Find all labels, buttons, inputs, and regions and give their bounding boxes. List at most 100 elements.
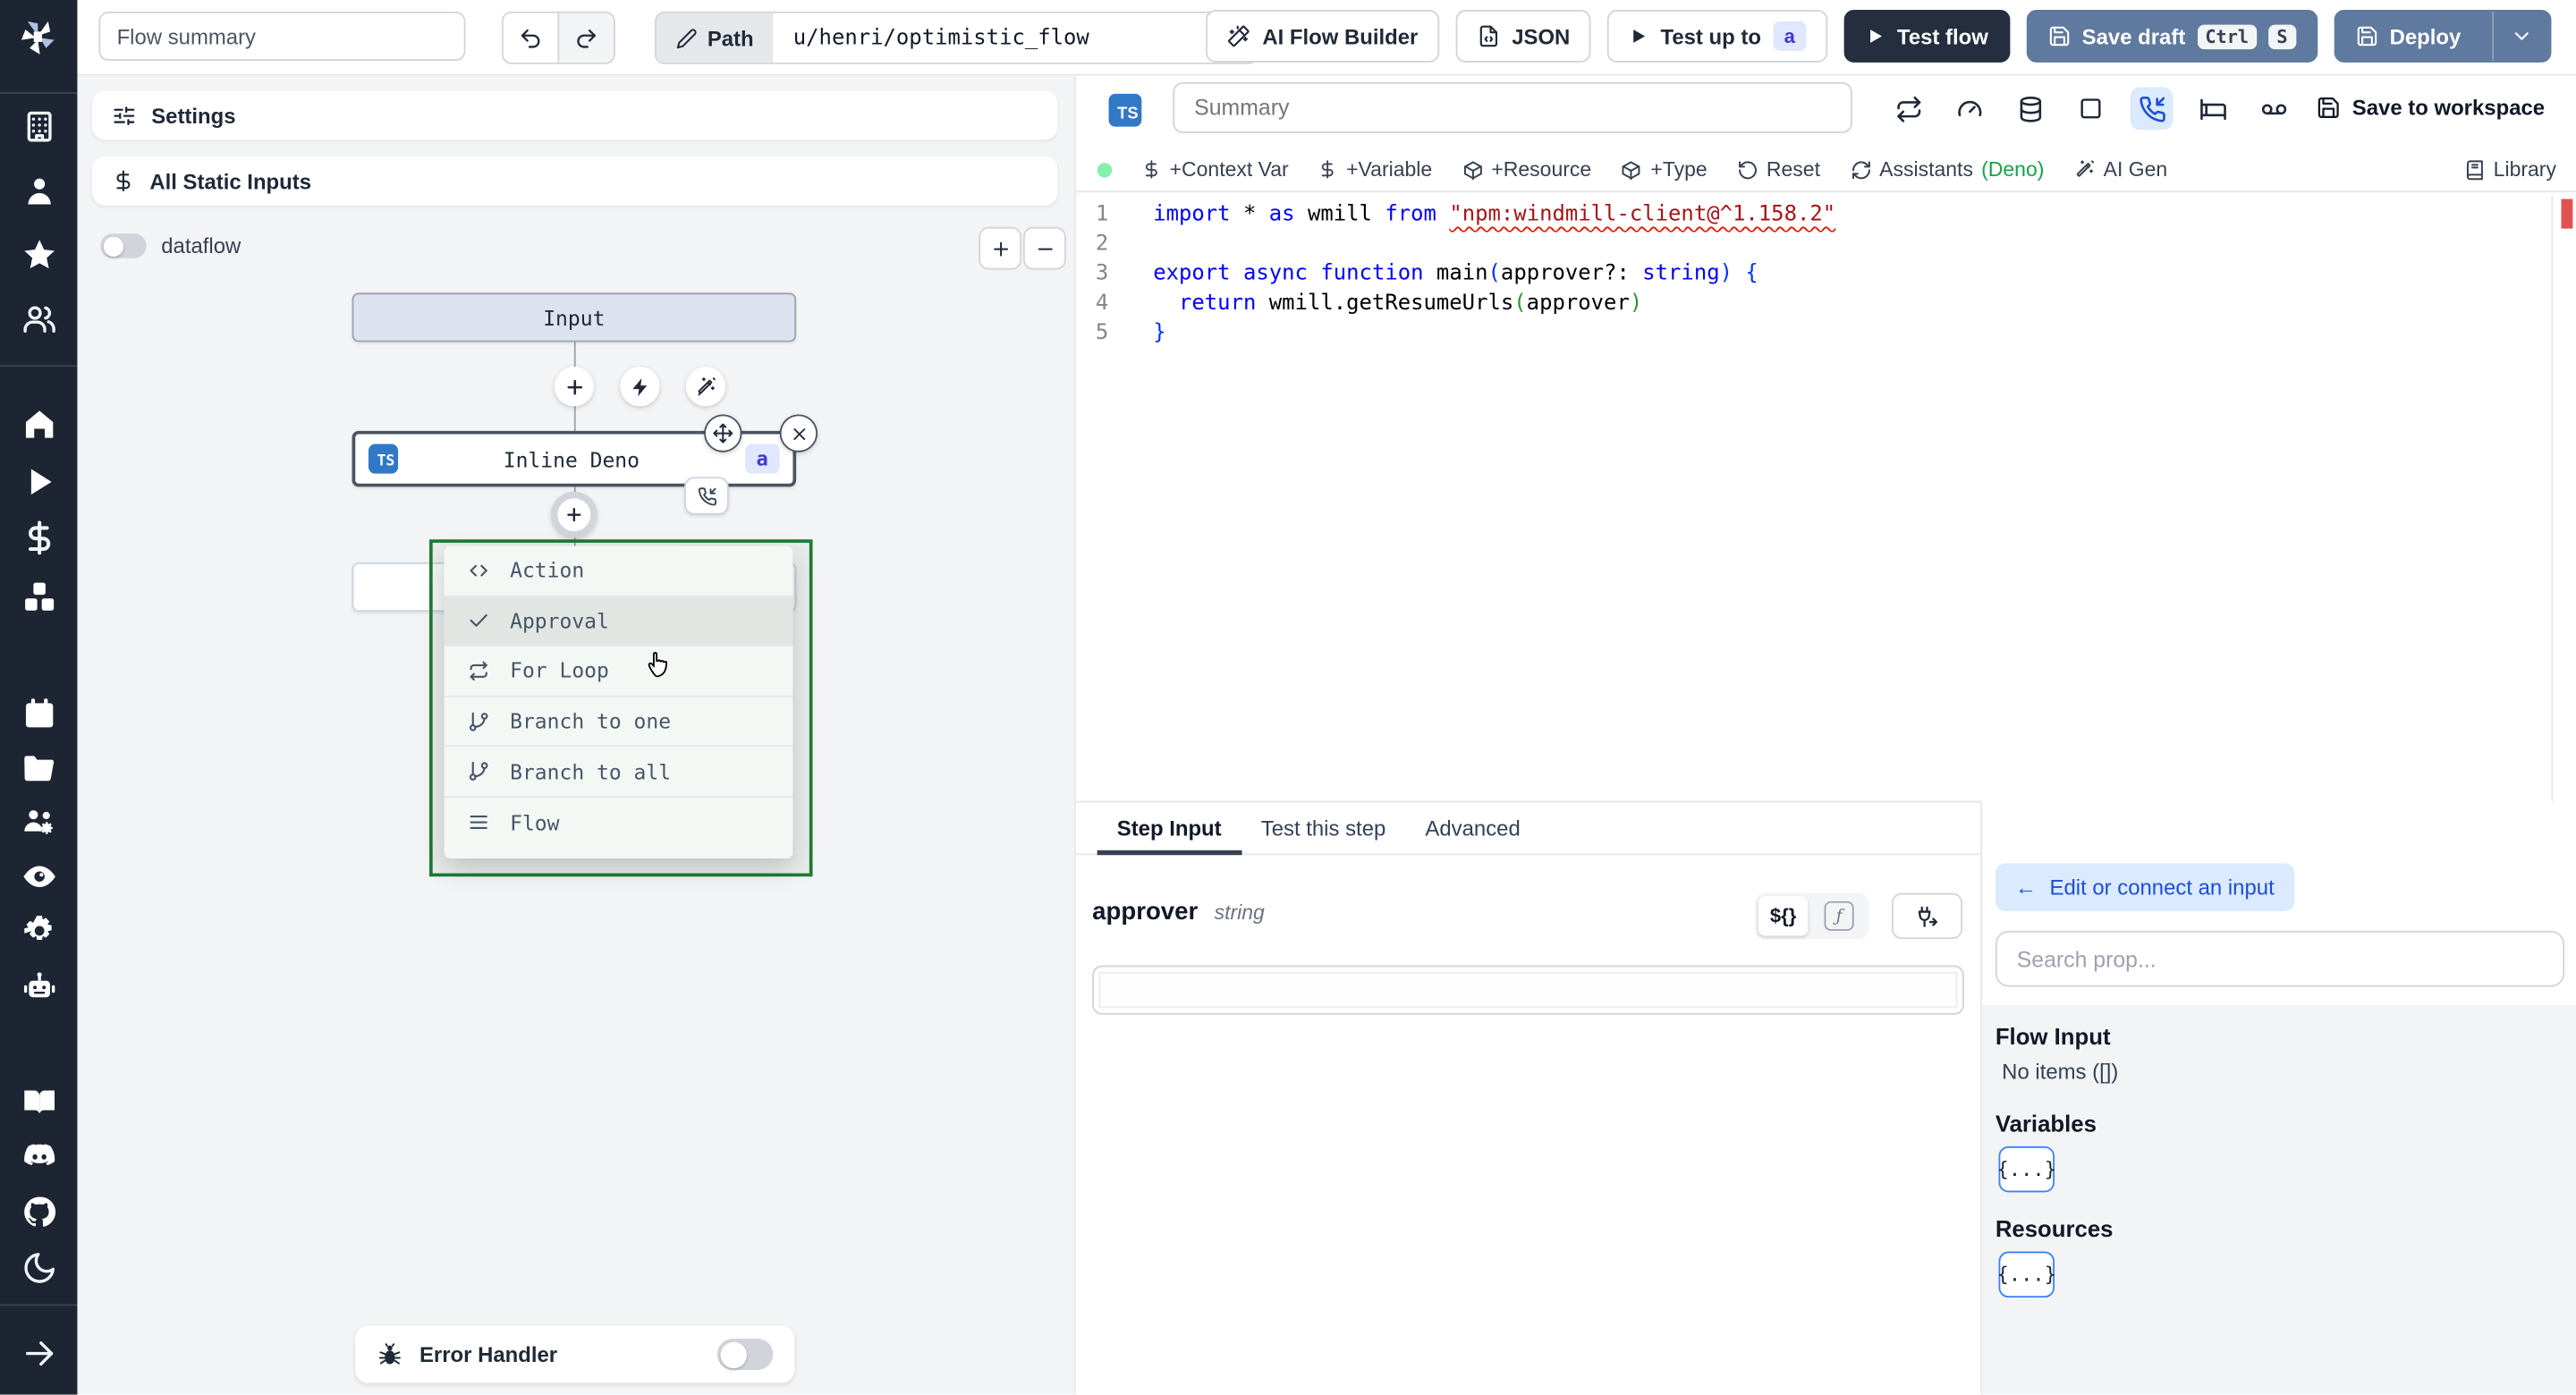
- typescript-badge: TS: [1108, 93, 1142, 127]
- insert-step-plus-icon[interactable]: [554, 367, 594, 407]
- code-line-4[interactable]: 4 return wmill.getResumeUrls(approver): [1076, 290, 2576, 319]
- runs-play-icon[interactable]: [21, 464, 56, 500]
- error-handler-toggle[interactable]: [716, 1339, 774, 1370]
- inline-deno-node[interactable]: TS Inline Deno a: [352, 414, 818, 515]
- save-draft-button[interactable]: Save draft Ctrl S: [2026, 10, 2318, 63]
- path-value[interactable]: u/henri/optimistic_flow: [773, 13, 1258, 63]
- discord-icon[interactable]: [21, 1138, 56, 1174]
- test-up-to-button[interactable]: Test up to a: [1607, 10, 1828, 63]
- add-context-var-button[interactable]: +Context Var: [1141, 158, 1289, 181]
- ai-flow-builder-button[interactable]: AI Flow Builder: [1206, 10, 1440, 63]
- test-flow-button[interactable]: Test flow: [1844, 10, 2010, 63]
- resources-expand-button[interactable]: {...}: [1997, 1251, 2056, 1298]
- groups-admin-icon[interactable]: [21, 804, 56, 840]
- tab-step-input[interactable]: Step Input: [1097, 802, 1241, 856]
- code-line-2[interactable]: 2: [1076, 230, 2576, 259]
- line-number: 3: [1095, 261, 1109, 287]
- json-button[interactable]: JSON: [1455, 10, 1592, 63]
- fx-mode-toggle[interactable]: ƒ: [1813, 896, 1866, 935]
- add-resource-button[interactable]: +Resource: [1462, 158, 1591, 181]
- flow-settings-row[interactable]: Settings: [91, 90, 1058, 140]
- add-type-button[interactable]: +Type: [1621, 158, 1707, 181]
- step-node-id-badge: a: [744, 444, 780, 474]
- input-node[interactable]: Input: [352, 292, 797, 342]
- github-icon[interactable]: [21, 1194, 56, 1230]
- docs-book-icon[interactable]: [21, 1084, 56, 1120]
- resources-boxes-icon[interactable]: [21, 579, 56, 614]
- zoom-out-button[interactable]: [1022, 226, 1066, 270]
- code-line-1[interactable]: 1 import * as wmill from "npm:windmill-cl…: [1076, 200, 2576, 230]
- menu-item-branch-to-one[interactable]: Branch to one: [444, 697, 793, 748]
- user-icon[interactable]: [21, 173, 56, 208]
- dataflow-toggle[interactable]: [100, 233, 147, 258]
- code-line-5[interactable]: 5}: [1076, 319, 2576, 349]
- windmill-logo-icon[interactable]: [13, 13, 63, 63]
- menu-item-label: Action: [510, 558, 585, 583]
- redo-button[interactable]: [557, 13, 614, 63]
- save-icon: [2047, 25, 2071, 48]
- connect-input-plug-button[interactable]: [1891, 892, 1963, 940]
- menu-item-branch-to-all[interactable]: Branch to all: [444, 748, 793, 798]
- sleep-bed-icon[interactable]: [2191, 87, 2234, 130]
- early-stop-square-icon[interactable]: [2070, 87, 2113, 130]
- code-line-3[interactable]: 3 export async function main(approver?: s…: [1076, 260, 2576, 290]
- menu-item-flow[interactable]: Flow: [445, 798, 793, 848]
- groups-icon[interactable]: [21, 301, 56, 337]
- dark-mode-moon-icon[interactable]: [21, 1250, 56, 1286]
- audit-eye-icon[interactable]: [21, 858, 56, 894]
- move-node-icon[interactable]: [704, 414, 742, 452]
- delete-node-icon[interactable]: [779, 414, 818, 452]
- suspend-approval-phone-icon[interactable]: [2130, 87, 2174, 131]
- add-variable-button[interactable]: +Variable: [1318, 158, 1432, 181]
- search-prop-input[interactable]: [1995, 930, 2565, 987]
- error-handler-row[interactable]: Error Handler: [355, 1325, 795, 1383]
- menu-item-label: Branch to one: [510, 708, 672, 734]
- retries-repeat-icon[interactable]: [1886, 87, 1929, 130]
- menu-item-action[interactable]: Action: [444, 546, 793, 596]
- workspace-icon[interactable]: [21, 108, 56, 144]
- ai-gen-button[interactable]: AI Gen: [2074, 158, 2167, 181]
- variables-expand-button[interactable]: {...}: [1997, 1146, 2056, 1193]
- step-kind-menu: Action Approval For Loop Branch to one Branc…: [444, 545, 793, 859]
- flow-summary-input[interactable]: [98, 11, 466, 62]
- tab-test-this-step[interactable]: Test this step: [1241, 802, 1406, 853]
- timeout-gauge-icon[interactable]: [1947, 87, 1990, 130]
- edit-or-connect-button[interactable]: ← Edit or connect an input: [1995, 863, 2294, 911]
- step-id-badge: a: [1772, 21, 1807, 52]
- variables-dollar-icon[interactable]: [21, 520, 56, 555]
- ai-robot-icon[interactable]: [21, 968, 56, 1004]
- ai-wand-icon[interactable]: [685, 367, 726, 407]
- deploy-more-chevron[interactable]: [2492, 11, 2549, 62]
- menu-item-for-loop[interactable]: For Loop: [444, 647, 793, 698]
- schedules-calendar-icon[interactable]: [21, 696, 56, 731]
- deploy-button[interactable]: Deploy: [2334, 10, 2552, 63]
- json-file-icon: [1478, 25, 1501, 48]
- library-button[interactable]: Library: [2464, 158, 2556, 181]
- home-icon[interactable]: [21, 406, 56, 442]
- menu-item-approval[interactable]: Approval: [444, 596, 793, 647]
- flow-canvas[interactable]: Settings All Static Inputs dataflow Inpu…: [77, 73, 1074, 1395]
- cache-database-icon[interactable]: [2009, 87, 2052, 130]
- settings-gear-icon[interactable]: [21, 913, 56, 949]
- expand-sidebar-arrow-icon[interactable]: [21, 1335, 56, 1371]
- star-icon[interactable]: [21, 237, 56, 273]
- folders-icon[interactable]: [21, 750, 56, 786]
- editor-scrollbar-track[interactable]: [2551, 195, 2554, 801]
- code-editor[interactable]: 1 import * as wmill from "npm:windmill-cl…: [1076, 192, 2576, 801]
- reset-button[interactable]: Reset: [1737, 158, 1820, 181]
- template-mode-toggle[interactable]: ${}: [1758, 896, 1809, 936]
- path-field[interactable]: Path u/henri/optimistic_flow: [654, 11, 1259, 64]
- save-to-workspace-button[interactable]: Save to workspace: [2316, 96, 2545, 120]
- bug-icon: [377, 1341, 402, 1367]
- assistants-button[interactable]: Assistants (Deno): [1850, 158, 2044, 181]
- step-summary-input[interactable]: [1173, 81, 1852, 133]
- mock-voicemail-icon[interactable]: [2252, 87, 2295, 130]
- tab-advanced[interactable]: Advanced: [1405, 802, 1539, 853]
- insert-below-plus-icon[interactable]: [551, 491, 597, 538]
- trigger-bolt-icon[interactable]: [620, 367, 660, 407]
- undo-button[interactable]: [503, 13, 558, 63]
- zoom-in-button[interactable]: [979, 226, 1022, 270]
- all-static-inputs-row[interactable]: All Static Inputs: [91, 156, 1058, 206]
- arg-value-input[interactable]: [1092, 965, 1964, 1015]
- resources-heading: Resources: [1995, 1215, 2114, 1242]
